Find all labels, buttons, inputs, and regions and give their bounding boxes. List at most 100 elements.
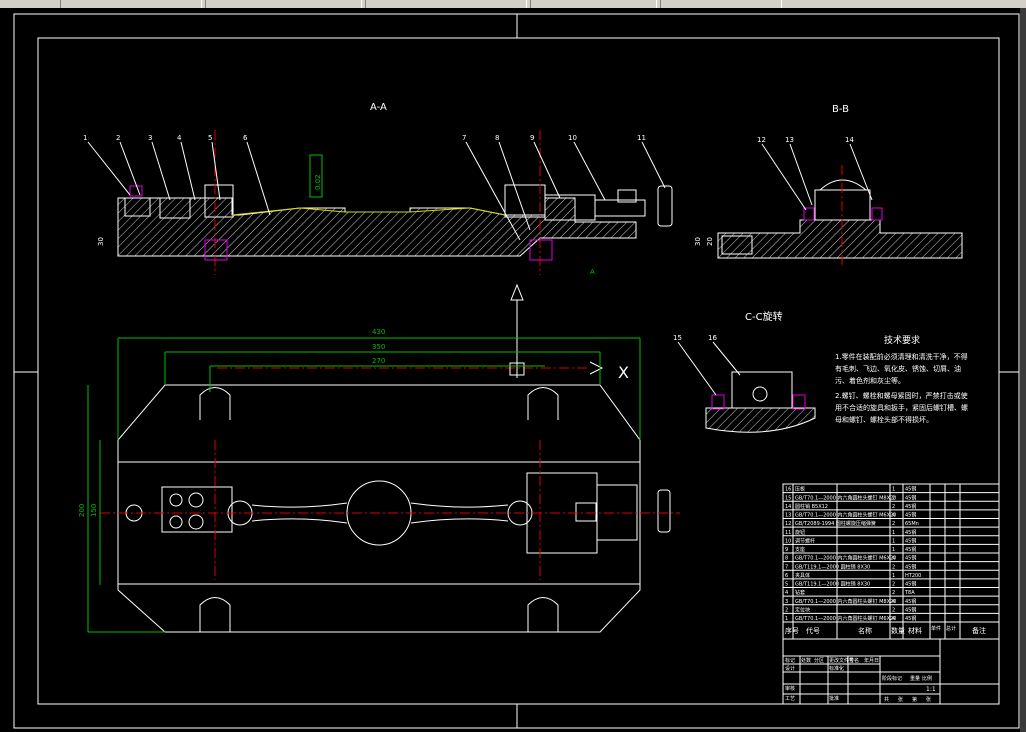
bom-cell: GB/T70.1—2000 内六角圆柱头螺钉 M6X20: [795, 555, 896, 562]
balloon-5: 5: [208, 134, 212, 142]
knob-11: [657, 185, 673, 227]
balloon-16: 16: [708, 334, 717, 342]
bom-header-material: 材料: [908, 626, 922, 635]
bom-cell: 2: [892, 582, 895, 588]
section-cc-view: 15 16: [673, 334, 816, 433]
tb-r1-5: 年月日: [864, 657, 879, 664]
z-arrow: [510, 283, 524, 301]
bom-cell: 支座: [795, 546, 805, 553]
bom-cell: 12: [785, 521, 791, 527]
dim-200: 200: [78, 504, 86, 517]
bom-cell: GB/T2089-1994 圆柱螺旋压缩弹簧: [795, 520, 876, 527]
slot-bottom-right: [527, 597, 559, 632]
bom-header-name: 名称: [858, 626, 872, 635]
balloon-13: 13: [785, 136, 794, 144]
left-hole-4: [188, 514, 204, 530]
left-hole-1: [169, 493, 183, 507]
right-nut: [575, 502, 597, 522]
view-title-bb: B-B: [832, 104, 849, 115]
bom-cell: GB/T70.1—2000 内六角圆柱头螺钉 M6X20: [795, 512, 896, 519]
fixture-body-section: [117, 197, 637, 257]
dim-20-bb: 20: [706, 237, 714, 246]
flatness-value: 0.02: [314, 174, 322, 190]
bom-cell: 45钢: [905, 512, 916, 519]
tb-stage: 阶段标记: [882, 675, 902, 682]
bom-cell: 圆柱销 B5X12: [795, 503, 828, 510]
bom-cell: 1: [892, 547, 895, 553]
bom-cell: GB/T70.1—2000 内六角圆柱头螺钉 M8X20: [795, 598, 896, 605]
bom-cell: 1: [892, 573, 895, 579]
bom-cell: 8: [785, 556, 788, 562]
bb-fit-mark-right: [871, 207, 883, 221]
bom-cell: T8A: [904, 590, 915, 596]
tech-line-1: 1.零件在装配前必须清理和清洗干净，不得: [835, 352, 968, 361]
balloon-4: 4: [177, 134, 182, 142]
bom-cell: 1: [892, 487, 895, 493]
bom-cell: 2: [785, 607, 788, 613]
bom-cell: 调节螺杆: [795, 537, 815, 544]
view-title-cc: C-C旋转: [745, 310, 783, 323]
tb-weight: 重量: [910, 675, 920, 682]
section-bb-view: [717, 165, 963, 268]
bom-header-no: 序号: [785, 626, 799, 635]
drawing-canvas[interactable]: A-A B-B C-C旋转 0.02 A 30 30 20 1 2 3 4 5 …: [0, 0, 1026, 732]
cc-fit-mark-left: [711, 394, 725, 410]
bom-header-note: 备注: [972, 626, 986, 635]
bom-cell: 45钢: [905, 598, 916, 605]
bom-header-code: 代号: [806, 626, 820, 635]
bom-cell: HT200: [905, 573, 921, 579]
bom-cell: 2: [892, 564, 895, 570]
tb-r4-0: 工艺: [785, 696, 795, 702]
balloon-10: 10: [568, 134, 577, 142]
bom-cell: 4: [785, 590, 788, 596]
x-axis-label: X: [618, 363, 629, 382]
cc-pin-circle: [752, 386, 768, 402]
tb-r3-0: 审核: [785, 685, 795, 692]
bom-rows: 16 压板 1 45钢15 GB/T70.1—2000 内六角圆柱头螺钉 M8X202 4…: [783, 486, 999, 623]
bom-cell: 2: [892, 504, 895, 510]
tb-r2-0: 设计: [785, 665, 795, 672]
slot-top-right: [527, 387, 559, 420]
balloon-2: 2: [116, 134, 120, 142]
balloon-11: 11: [637, 134, 646, 142]
bom-cell: 45钢: [905, 563, 916, 570]
bom-cell: 16: [785, 487, 791, 493]
bom-cell: 45钢: [905, 555, 916, 562]
left-hole-2: [169, 515, 183, 529]
balloon-14: 14: [845, 136, 854, 144]
tb-r2-3: 标准化: [829, 665, 844, 672]
technical-requirements: 技术要求 1.零件在装配前必须清理和清洗干净，不得 有毛刺、飞边、氧化皮、锈蚀、…: [835, 334, 968, 424]
bom-header-total: 总计: [946, 625, 956, 632]
balloon-9: 9: [530, 134, 534, 142]
tb-sheet-0: 共: [884, 696, 889, 703]
bom-cell: 15: [785, 495, 791, 501]
bom-cell: 45钢: [905, 546, 916, 553]
bom-cell: 4: [892, 616, 895, 622]
tech-line-4: 2.螺钉、螺栓和螺母紧固时，严禁打击或使: [835, 391, 968, 400]
bom-cell: 1: [785, 616, 788, 622]
tb-sheet-2: 第: [912, 696, 917, 703]
plan-dimensions: 430 350 270 200 150: [78, 328, 641, 633]
bom-cell: 45钢: [905, 486, 916, 493]
plan-outline: [117, 384, 641, 633]
bom-cell: 7: [785, 564, 788, 570]
datum-a: A: [590, 268, 595, 276]
bom-cell: 13: [785, 513, 791, 519]
balloon-12: 12: [757, 136, 766, 144]
tech-line-5: 用不合适的旋具和扳手，紧固后螺钉槽、螺: [835, 403, 968, 412]
bom-cell: 11: [785, 530, 791, 536]
balloon-15: 15: [673, 334, 682, 342]
dim-270: 270: [372, 357, 385, 365]
bom-cell: 4: [892, 556, 895, 562]
bom-cell: 4: [892, 599, 895, 605]
bb-base-section: [717, 219, 963, 259]
balloon-3: 3: [148, 134, 152, 142]
bom-cell: 2: [892, 495, 895, 501]
bom-cell: 45钢: [905, 529, 916, 536]
bom-cell: 10: [785, 538, 791, 544]
title-block: 标记 处数 分区 更改文件号 签名 年月日 设计 标准化 审核 工艺 批准 阶段…: [782, 638, 1000, 705]
bom-cell: GB/T70.1—2000 内六角圆柱头螺钉 M6X20: [795, 615, 896, 622]
dim-30: 30: [97, 237, 105, 246]
left-hole-3: [188, 492, 204, 508]
cc-base-section: [705, 407, 816, 433]
